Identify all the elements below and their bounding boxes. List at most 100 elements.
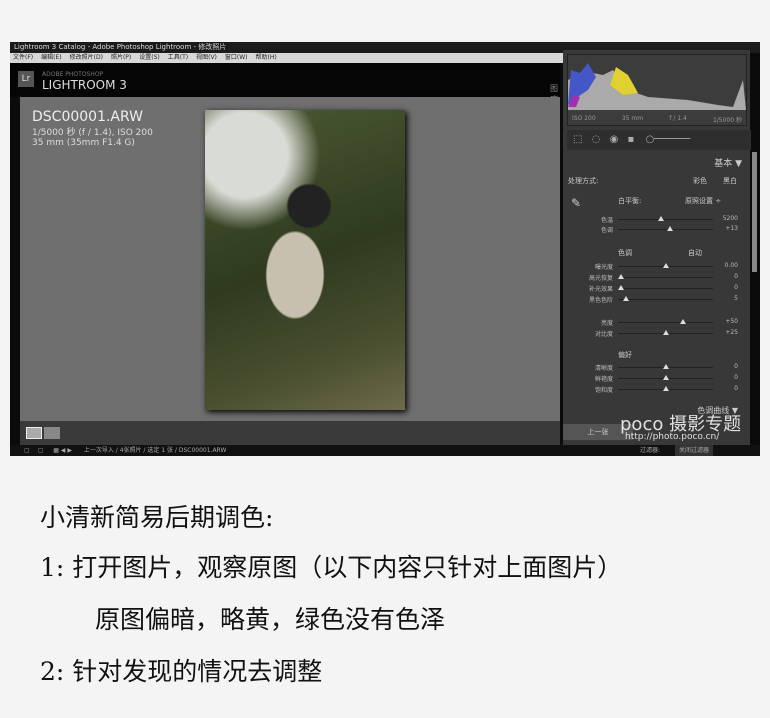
slider-label: 对比度 xyxy=(594,331,613,338)
screen-2-icon[interactable]: ▢ xyxy=(38,447,44,454)
menu-help[interactable]: 帮助(H) xyxy=(256,53,277,63)
panel-scrollbar[interactable] xyxy=(752,152,757,272)
panel-title-basic[interactable]: 基本 ▼ xyxy=(563,156,750,169)
slider-thumb[interactable] xyxy=(667,226,674,231)
exposure-info: 1/5000 秒 (f / 1.4), ISO 200 xyxy=(32,128,153,138)
brand-line1: ADOBE PHOTOSHOP xyxy=(42,71,104,78)
slider-value: +13 xyxy=(725,225,738,232)
image-view: DSC00001.ARW 1/5000 秒 (f / 1.4), ISO 200… xyxy=(20,97,560,421)
slider-label: 黑色色阶 xyxy=(588,297,613,304)
slider-thumb[interactable] xyxy=(679,319,686,324)
slider-thumb[interactable] xyxy=(617,274,624,279)
slider-thumb[interactable] xyxy=(662,330,669,335)
eyedropper-icon[interactable]: ✎ xyxy=(571,196,581,210)
slider-thumb[interactable] xyxy=(622,296,629,301)
slider-tone_sliders-1[interactable]: 高光恢复 0 xyxy=(563,273,750,283)
slider-tone_sliders-2[interactable]: 补光效果 0 xyxy=(563,284,750,294)
gradient-icon[interactable]: ▪ xyxy=(627,134,634,145)
forward-arrow-icon[interactable]: ▶ xyxy=(67,447,72,454)
brand-line2: LIGHTROOM 3 xyxy=(42,78,127,92)
slider-value: 0 xyxy=(734,374,738,381)
red-eye-icon[interactable]: ◉ xyxy=(610,134,619,145)
screen-1-icon[interactable]: ▢ xyxy=(24,447,30,454)
tone-label: 色调 xyxy=(618,249,632,257)
slider-track[interactable] xyxy=(618,299,713,300)
slider-tone_sliders2-1[interactable]: 对比度 +25 xyxy=(563,329,750,339)
filmstrip-path[interactable]: 上一次导入 / 4张照片 / 选定 1 张 / DSC00001.ARW xyxy=(84,447,227,454)
article-step2: 2: 针对发现的情况去调整 xyxy=(40,657,323,686)
slider-thumb[interactable] xyxy=(662,364,669,369)
slider-track[interactable] xyxy=(618,229,713,230)
slider-value: +25 xyxy=(725,329,738,336)
slider-wb_sliders-1[interactable]: 色调 +13 xyxy=(563,225,750,235)
slider-label: 色调 xyxy=(600,227,613,234)
histogram-graph xyxy=(568,63,746,110)
presence-label: 偏好 xyxy=(618,351,632,359)
slider-thumb[interactable] xyxy=(657,216,664,221)
back-arrow-icon[interactable]: ◀ xyxy=(61,447,66,454)
wb-select[interactable]: 原照设置 ÷ xyxy=(685,196,721,206)
brush-slider-icon[interactable]: ○────── xyxy=(645,134,690,145)
filter-select[interactable]: 关闭过滤器 xyxy=(675,445,714,456)
slider-thumb[interactable] xyxy=(662,375,669,380)
slider-thumb[interactable] xyxy=(617,285,624,290)
slider-value: +50 xyxy=(725,318,738,325)
menu-settings[interactable]: 设置(S) xyxy=(139,53,160,63)
article-step1: 1: 打开图片，观察原图（以下内容只针对上面图片） xyxy=(40,553,623,582)
tone-auto-button[interactable]: 自动 xyxy=(688,248,702,258)
lr-logo: Lr xyxy=(18,71,34,87)
treatment-color-button[interactable]: 彩色 xyxy=(693,176,707,186)
view-toolbar xyxy=(20,421,560,445)
slider-tone_sliders-0[interactable]: 曝光度 0.00 xyxy=(563,262,750,272)
treatment-bw-button[interactable]: 黑白 xyxy=(723,176,737,186)
histogram: ISO 200 35 mm f / 1.4 1/5000 秒 xyxy=(567,54,747,126)
slider-value: 5 xyxy=(734,295,738,302)
slider-label: 高光恢复 xyxy=(588,275,613,282)
slider-value: 0.00 xyxy=(724,262,738,269)
menu-photo[interactable]: 照片(P) xyxy=(111,53,131,63)
menu-edit[interactable]: 编辑(E) xyxy=(41,53,61,63)
slider-track[interactable] xyxy=(618,322,713,323)
develop-panel: ISO 200 35 mm f / 1.4 1/5000 秒 ⬚ ◌ ◉ ▪ ○… xyxy=(563,50,751,445)
filmstrip-bar: ▢ ▢ ▦ ◀ ▶ 上一次导入 / 4张照片 / 选定 1 张 / DSC000… xyxy=(10,445,760,456)
slider-value: 0 xyxy=(734,284,738,291)
menu-window[interactable]: 窗口(W) xyxy=(225,53,248,63)
slider-value: 0 xyxy=(734,363,738,370)
slider-track[interactable] xyxy=(618,277,713,278)
menu-bar: 文件(F) 编辑(E) 修改照片(D) 照片(P) 设置(S) 工具(T) 视图… xyxy=(10,53,563,63)
loupe-view-button[interactable] xyxy=(26,427,42,439)
slider-label: 饱和度 xyxy=(594,387,613,394)
iso-value: ISO 200 xyxy=(572,115,596,122)
spot-removal-icon[interactable]: ◌ xyxy=(592,134,601,145)
histogram-info: ISO 200 35 mm f / 1.4 1/5000 秒 xyxy=(572,115,742,124)
slider-track[interactable] xyxy=(618,219,713,220)
menu-file[interactable]: 文件(F) xyxy=(13,53,33,63)
crop-icon[interactable]: ⬚ xyxy=(573,134,582,145)
compare-view-button[interactable] xyxy=(44,427,60,439)
slider-wb_sliders-0[interactable]: 色温 5200 xyxy=(563,215,750,225)
menu-develop[interactable]: 修改照片(D) xyxy=(70,53,103,63)
slider-presence_sliders-0[interactable]: 清晰度 0 xyxy=(563,363,750,373)
slider-tone_sliders-3[interactable]: 黑色色阶 5 xyxy=(563,295,750,305)
lens-info: 35 mm (35mm F1.4 G) xyxy=(32,138,135,148)
slider-track[interactable] xyxy=(618,288,713,289)
tool-strip: ⬚ ◌ ◉ ▪ ○────── xyxy=(567,130,751,150)
focal-value: 35 mm xyxy=(621,115,644,122)
slider-thumb[interactable] xyxy=(662,386,669,391)
filter-label: 过滤器: xyxy=(640,447,661,454)
slider-value: 0 xyxy=(734,273,738,280)
lightroom-screenshot: Lightroom 3 Catalog - Adobe Photoshop Li… xyxy=(10,42,760,456)
slider-presence_sliders-2[interactable]: 饱和度 0 xyxy=(563,385,750,395)
slider-presence_sliders-1[interactable]: 鲜艳度 0 xyxy=(563,374,750,384)
menu-view[interactable]: 视图(V) xyxy=(196,53,217,63)
filename: DSC00001.ARW xyxy=(32,109,144,125)
photo-info: DSC00001.ARW 1/5000 秒 (f / 1.4), ISO 200… xyxy=(32,109,153,148)
treatment-label: 处理方式: xyxy=(568,177,599,185)
slider-thumb[interactable] xyxy=(662,263,669,268)
menu-tools[interactable]: 工具(T) xyxy=(168,53,188,63)
slider-label: 曝光度 xyxy=(594,264,613,271)
slider-label: 补光效果 xyxy=(588,286,613,293)
grid-icon[interactable]: ▦ xyxy=(53,447,59,454)
slider-tone_sliders2-0[interactable]: 亮度 +50 xyxy=(563,318,750,328)
slider-label: 清晰度 xyxy=(594,365,613,372)
